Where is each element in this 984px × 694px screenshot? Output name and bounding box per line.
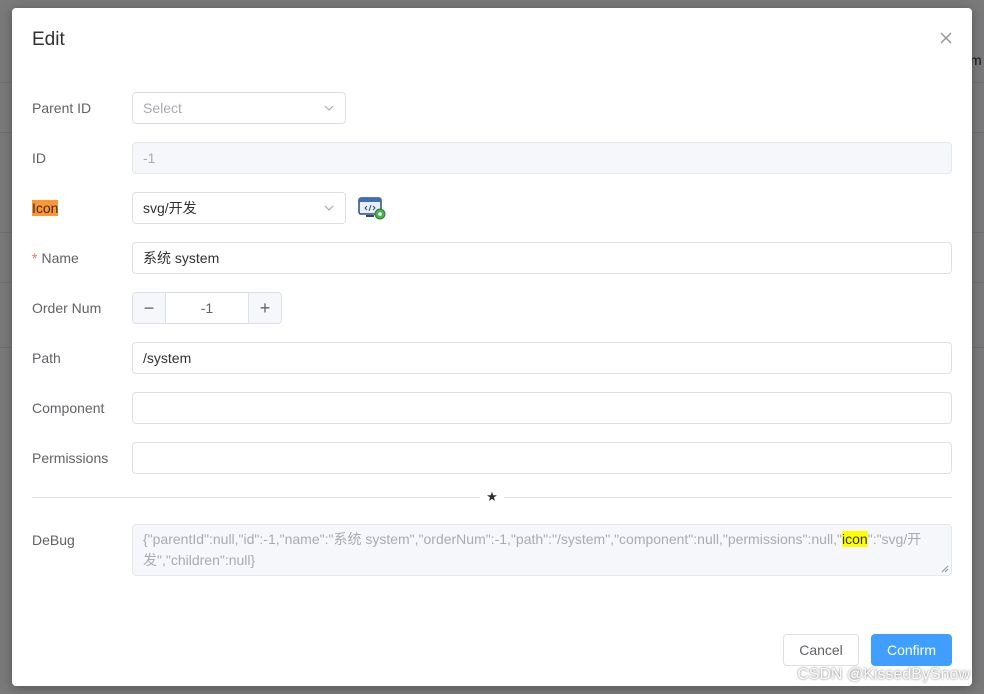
icon-label: Icon — [32, 192, 132, 224]
order-num-stepper: − -1 + — [132, 292, 282, 324]
decrement-button[interactable]: − — [133, 293, 166, 323]
confirm-button[interactable]: Confirm — [871, 634, 952, 666]
computer-settings-icon — [358, 197, 386, 220]
increment-button[interactable]: + — [248, 293, 281, 323]
form-row-icon: Icon svg/开发 — [32, 192, 952, 224]
debug-text-before: {"parentId":null,"id":-1,"name":"系统 syst… — [143, 531, 843, 547]
debug-label: DeBug — [32, 532, 75, 548]
debug-text-highlight: icon — [842, 531, 868, 547]
close-icon — [940, 32, 952, 44]
parent-id-placeholder: Select — [143, 100, 182, 116]
debug-textarea: {"parentId":null,"id":-1,"name":"系统 syst… — [132, 524, 952, 576]
name-label: * Name — [32, 242, 132, 274]
divider-star-icon: ★ — [480, 488, 504, 506]
parent-id-label: Parent ID — [32, 100, 92, 116]
id-input: -1 — [132, 142, 952, 174]
cancel-button[interactable]: Cancel — [783, 634, 859, 666]
parent-id-select[interactable]: Select — [132, 92, 346, 124]
watermark: CSDN @KissedBySnow — [797, 666, 970, 683]
resize-grip-icon[interactable] — [941, 565, 949, 573]
permissions-input[interactable] — [132, 442, 952, 474]
permissions-label: Permissions — [32, 450, 109, 466]
required-mark: * — [32, 250, 38, 266]
form-row-name: * Name 系统 system — [32, 242, 952, 274]
name-label-text: Name — [41, 250, 79, 266]
form-row-order-num: Order Num − -1 + — [32, 292, 952, 324]
form-row-parent-id: Parent ID Select — [32, 92, 952, 124]
chevron-down-icon — [324, 205, 334, 211]
order-num-label: Order Num — [32, 300, 102, 316]
order-num-input[interactable]: -1 — [166, 293, 248, 323]
id-label: ID — [32, 150, 46, 166]
edit-dialog: Edit Parent ID Select ID -1 Icon svg/开发 — [12, 8, 972, 686]
icon-label-text: Icon — [32, 200, 59, 216]
path-label: Path — [32, 350, 61, 366]
form-row-path: Path /system — [32, 342, 952, 374]
icon-select[interactable]: svg/开发 — [132, 192, 346, 224]
icon-select-value: svg/开发 — [143, 200, 197, 216]
close-button[interactable] — [938, 30, 954, 46]
form-row-permissions: Permissions — [32, 442, 952, 474]
chevron-down-icon — [324, 105, 334, 111]
form-row-component: Component — [32, 392, 952, 424]
dialog-title: Edit — [32, 29, 65, 50]
component-input[interactable] — [132, 392, 952, 424]
name-input[interactable]: 系统 system — [132, 242, 952, 274]
path-input[interactable]: /system — [132, 342, 952, 374]
component-label: Component — [32, 400, 105, 416]
form-row-id: ID -1 — [32, 142, 952, 174]
